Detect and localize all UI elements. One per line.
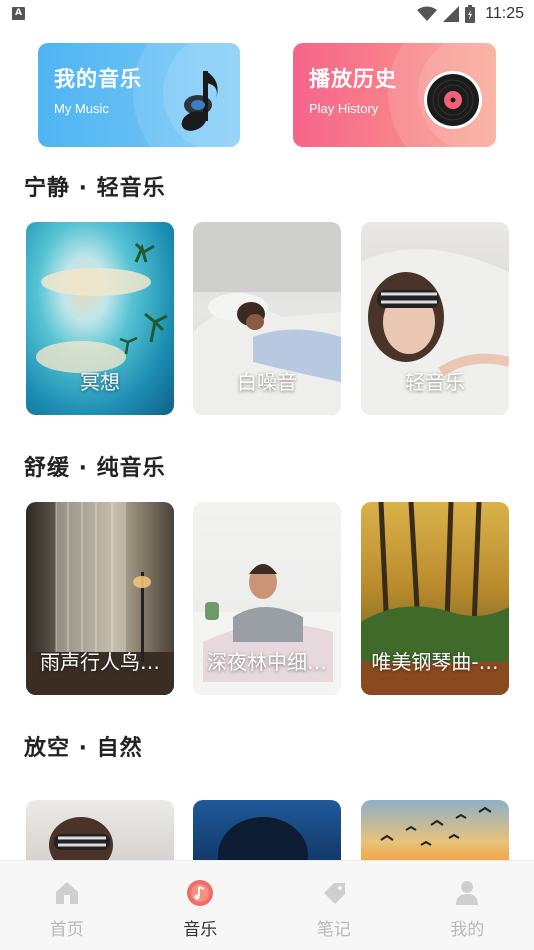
- music-disc-icon: [187, 880, 214, 906]
- note-tag-icon: [323, 883, 345, 904]
- tile-meditation[interactable]: 冥想: [26, 222, 174, 415]
- section-title-pure-music: 舒缓 · 纯音乐: [24, 456, 166, 481]
- bottom-navigation: 首页 音乐 笔记 我的: [0, 860, 534, 950]
- play-history-title: 播放历史: [309, 67, 397, 91]
- vinyl-record-icon: [424, 71, 482, 129]
- status-bar: A 11:25: [0, 0, 534, 28]
- tile-label: 雨声行人鸟…: [40, 650, 160, 674]
- tile-nature-2[interactable]: [193, 800, 341, 860]
- tile-white-noise[interactable]: 白噪音: [193, 222, 341, 415]
- notification-a-icon: A: [12, 7, 25, 20]
- wifi-icon: [417, 6, 438, 21]
- blue-night-image: [218, 817, 308, 860]
- nav-notes-label: 笔记: [316, 920, 351, 940]
- tile-label: 白噪音: [237, 370, 297, 394]
- tile-label: 冥想: [80, 370, 120, 394]
- person-icon: [456, 881, 479, 905]
- tile-night-forest[interactable]: 深夜林中细…: [193, 502, 341, 695]
- nav-music[interactable]: 音乐: [134, 861, 268, 950]
- tile-label: 深夜林中细…: [207, 650, 327, 674]
- my-music-card[interactable]: 我的音乐 My Music: [38, 43, 240, 147]
- my-music-subtitle: My Music: [54, 101, 109, 116]
- nav-me[interactable]: 我的: [401, 861, 534, 950]
- section-title-light-music: 宁静 · 轻音乐: [24, 176, 166, 201]
- tile-light-music[interactable]: 轻音乐: [361, 222, 509, 415]
- nav-home[interactable]: 首页: [0, 861, 134, 950]
- section-title-nature: 放空 · 自然: [24, 736, 143, 761]
- nav-notes[interactable]: 笔记: [267, 861, 401, 950]
- tile-label: 轻音乐: [405, 370, 465, 394]
- signal-icon: [443, 6, 460, 22]
- nav-music-label: 音乐: [183, 920, 218, 940]
- birds-sunset-image: [380, 806, 492, 846]
- tile-piano[interactable]: 唯美钢琴曲-…: [361, 502, 509, 695]
- play-history-card[interactable]: 播放历史 Play History: [293, 43, 496, 147]
- home-icon: [55, 882, 78, 904]
- tile-nature-3[interactable]: [361, 800, 509, 860]
- clock: 11:25: [485, 5, 524, 22]
- battery-icon: [465, 5, 476, 23]
- tile-rain-sounds[interactable]: 雨声行人鸟…: [26, 502, 174, 695]
- tile-label: 唯美钢琴曲-…: [371, 650, 499, 674]
- my-music-title: 我的音乐: [54, 67, 142, 91]
- status-icons: 11:25: [417, 3, 524, 25]
- music-note-icon: [181, 71, 218, 131]
- eye-mask-sleep-image: [49, 817, 113, 860]
- nav-me-label: 我的: [450, 920, 485, 940]
- nav-home-label: 首页: [49, 920, 84, 940]
- tile-nature-1[interactable]: [26, 800, 174, 860]
- play-history-subtitle: Play History: [309, 101, 379, 116]
